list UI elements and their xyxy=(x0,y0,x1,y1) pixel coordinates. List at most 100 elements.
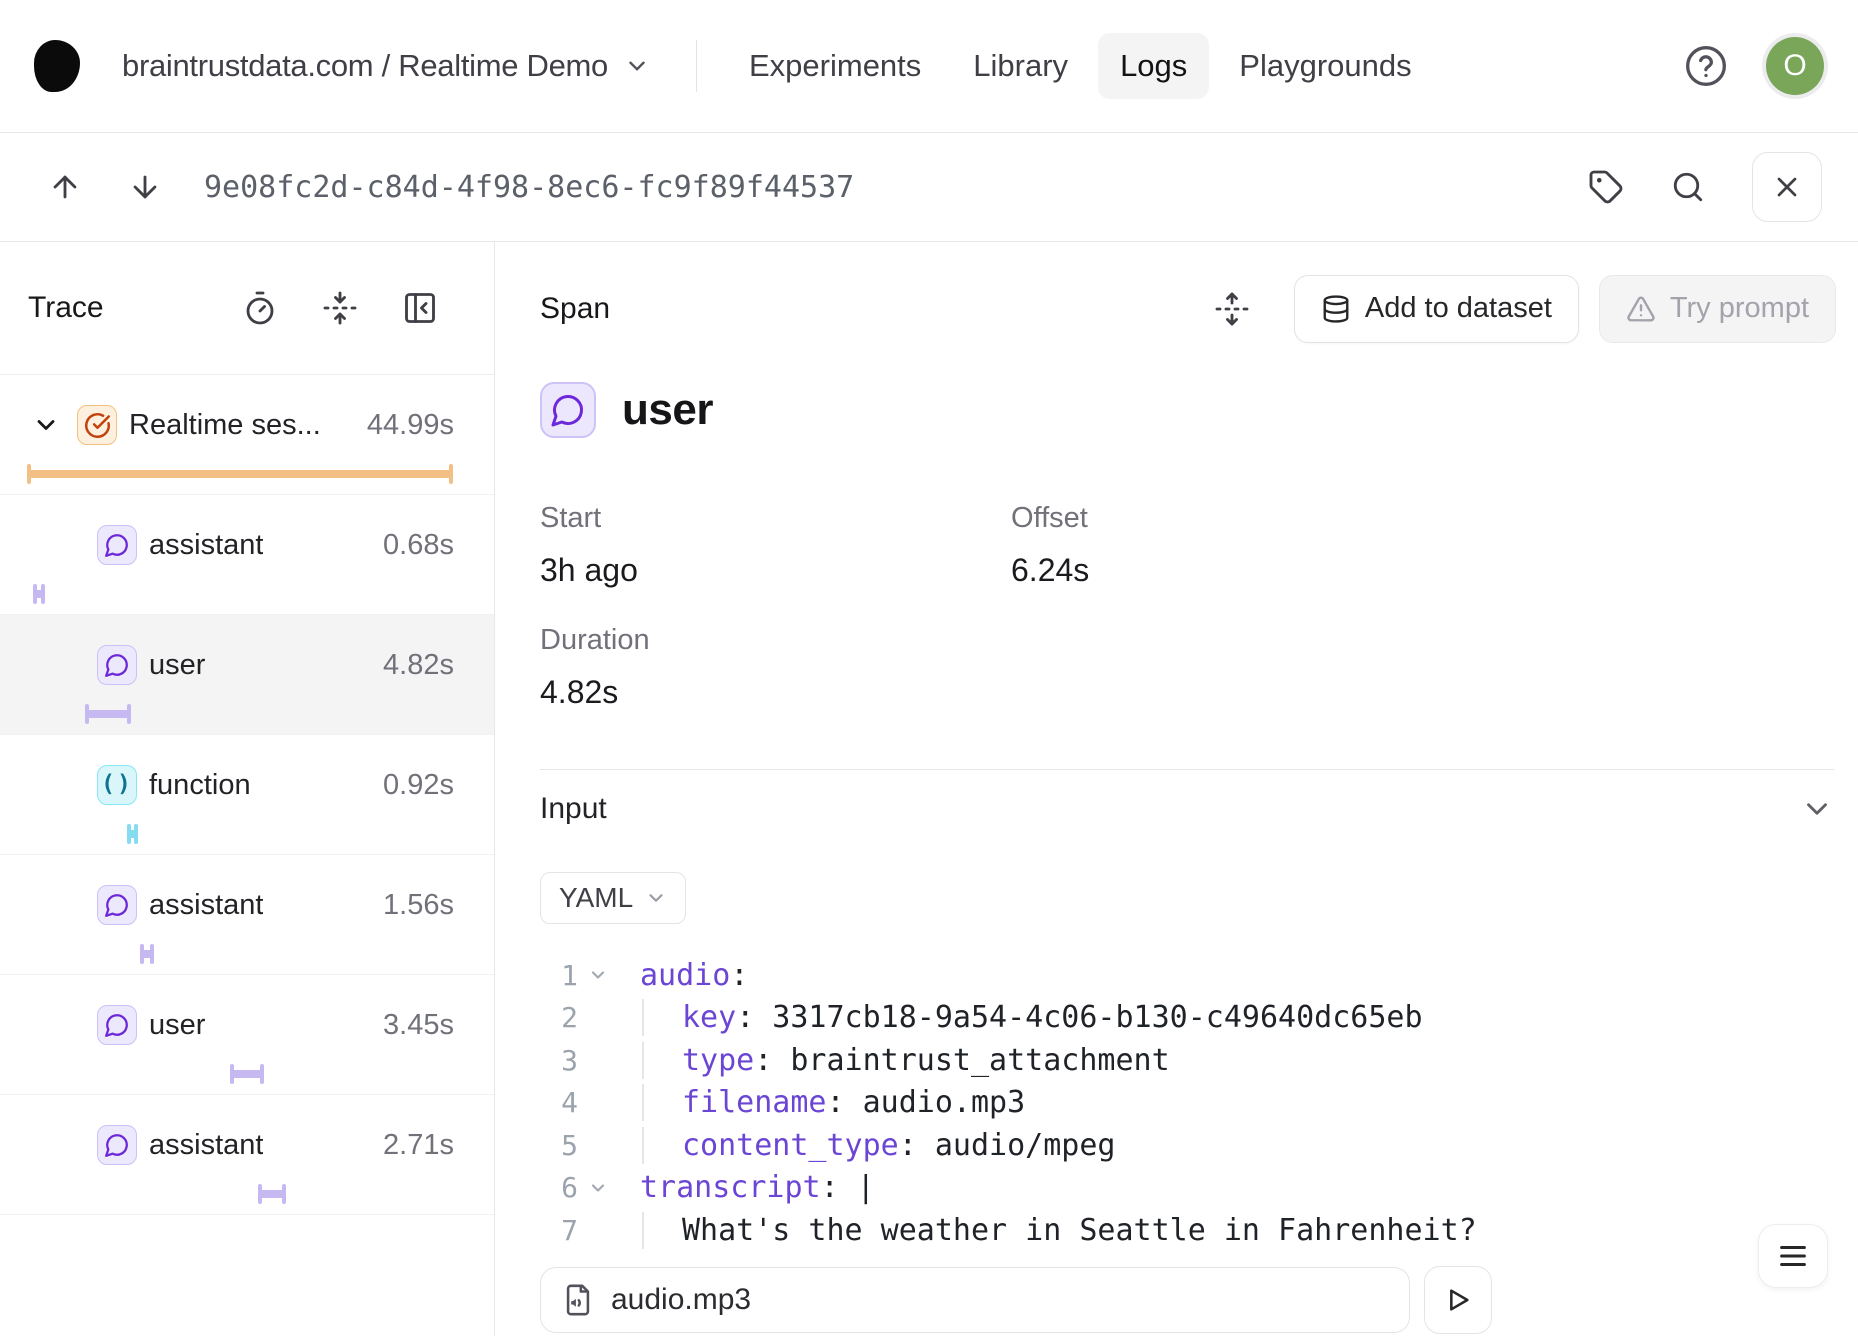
chevron-down-icon xyxy=(645,887,667,909)
span-row-name: assistant xyxy=(149,889,263,922)
span-row-name: user xyxy=(149,649,205,682)
trace-sidebar: Trace Realtime ses... 44.99s xyxy=(0,242,495,1336)
fold-chevron-icon[interactable] xyxy=(578,1050,618,1070)
top-nav: braintrustdata.com / Realtime Demo Exper… xyxy=(0,0,1858,133)
timeline-bar xyxy=(127,824,138,844)
help-icon[interactable] xyxy=(1684,44,1728,88)
span-row-duration: 44.99s xyxy=(367,409,454,442)
timer-icon[interactable] xyxy=(242,290,278,326)
span-header: Span Add to dataset Try prompt xyxy=(540,242,1858,375)
try-prompt-button[interactable]: Try prompt xyxy=(1599,275,1836,343)
breadcrumb[interactable]: braintrustdata.com / Realtime Demo xyxy=(122,48,608,84)
trace-tree: Realtime ses... 44.99s assistant 0.68s u… xyxy=(0,375,494,1215)
span-row-name: assistant xyxy=(149,529,263,562)
span-row-name: assistant xyxy=(149,1129,263,1162)
expand-vertical-icon[interactable] xyxy=(1214,291,1250,327)
nav-item-playgrounds[interactable]: Playgrounds xyxy=(1217,33,1433,99)
chat-bubble-icon xyxy=(540,382,596,438)
avatar[interactable]: O xyxy=(1766,37,1824,95)
line-number: 6 xyxy=(540,1171,578,1204)
trace-tree-row[interactable]: user 4.82s xyxy=(0,615,494,735)
span-title: Span xyxy=(540,292,610,326)
fold-chevron-icon[interactable] xyxy=(578,1008,618,1028)
trace-id: 9e08fc2d-c84d-4f98-8ec6-fc9f89f44537 xyxy=(204,170,854,205)
trace-tree-row[interactable]: assistant 0.68s xyxy=(0,495,494,615)
prev-arrow-up-icon[interactable] xyxy=(48,170,82,204)
collapse-vertical-icon[interactable] xyxy=(322,290,358,326)
fold-chevron-icon[interactable] xyxy=(578,1135,618,1155)
trace-tree-row[interactable]: Realtime ses... 44.99s xyxy=(0,375,494,495)
next-arrow-down-icon[interactable] xyxy=(128,170,162,204)
offset-label: Offset xyxy=(1011,500,1482,536)
input-section-label: Input xyxy=(540,792,607,826)
trace-header: Trace xyxy=(0,242,494,375)
fold-chevron-icon[interactable] xyxy=(578,1220,618,1240)
primary-nav: Experiments Library Logs Playgrounds xyxy=(727,33,1434,99)
add-to-dataset-label: Add to dataset xyxy=(1365,292,1552,325)
trace-tree-row[interactable]: assistant 1.56s xyxy=(0,855,494,975)
audio-file-icon xyxy=(561,1283,595,1317)
hamburger-menu-icon xyxy=(1776,1239,1810,1273)
timeline-bar xyxy=(33,584,45,604)
menu-button[interactable] xyxy=(1758,1224,1828,1288)
play-audio-button[interactable] xyxy=(1424,1266,1492,1334)
nav-item-logs[interactable]: Logs xyxy=(1098,33,1209,99)
function-icon: () xyxy=(97,765,137,805)
nav-item-experiments[interactable]: Experiments xyxy=(727,33,943,99)
try-prompt-label: Try prompt xyxy=(1670,292,1809,325)
chat-bubble-icon xyxy=(97,645,137,685)
timeline-bar xyxy=(258,1184,286,1204)
warning-icon xyxy=(1626,294,1656,324)
attachment-filename: audio.mp3 xyxy=(611,1283,751,1317)
format-select[interactable]: YAML xyxy=(540,872,686,924)
span-fields: Start 3h ago Offset 6.24s Duration 4.82s xyxy=(540,500,1858,712)
search-icon[interactable] xyxy=(1670,169,1706,205)
format-select-value: YAML xyxy=(559,882,633,914)
close-button[interactable] xyxy=(1752,152,1822,222)
code-line: 4 filename: audio.mp3 xyxy=(540,1082,1858,1125)
play-icon xyxy=(1442,1284,1474,1316)
offset-value: 6.24s xyxy=(1011,550,1482,590)
brand-logo[interactable] xyxy=(34,40,80,92)
chevron-down-icon[interactable] xyxy=(624,53,650,79)
tag-icon[interactable] xyxy=(1588,169,1624,205)
trace-tree-row[interactable]: () function 0.92s xyxy=(0,735,494,855)
fold-chevron-icon[interactable] xyxy=(578,1178,618,1198)
code-line: 5 content_type: audio/mpeg xyxy=(540,1124,1858,1167)
fold-chevron-icon[interactable] xyxy=(578,965,618,985)
span-row-duration: 3.45s xyxy=(383,1009,454,1042)
chat-bubble-icon xyxy=(97,885,137,925)
nav-item-library[interactable]: Library xyxy=(951,33,1090,99)
start-value: 3h ago xyxy=(540,550,1011,590)
span-row-duration: 4.82s xyxy=(383,649,454,682)
duration-value: 4.82s xyxy=(540,672,1011,712)
span-row-duration: 2.71s xyxy=(383,1129,454,1162)
collapse-input-chevron-icon[interactable] xyxy=(1800,792,1834,826)
nav-divider xyxy=(696,40,697,92)
trace-tree-row[interactable]: assistant 2.71s xyxy=(0,1095,494,1215)
add-to-dataset-button[interactable]: Add to dataset xyxy=(1294,275,1579,343)
line-number: 2 xyxy=(540,1001,578,1034)
span-name: user xyxy=(622,385,713,435)
timeline-bar xyxy=(230,1064,264,1084)
collapse-panel-icon[interactable] xyxy=(402,290,438,326)
timeline-bar xyxy=(140,944,154,964)
span-row-duration: 1.56s xyxy=(383,889,454,922)
line-number: 3 xyxy=(540,1044,578,1077)
span-row-duration: 0.68s xyxy=(383,529,454,562)
span-row-name: user xyxy=(149,1009,205,1042)
code-line: 7 What's the weather in Seattle in Fahre… xyxy=(540,1209,1858,1252)
start-label: Start xyxy=(540,500,1011,536)
timeline-bar xyxy=(27,464,453,484)
nav-right-group: O xyxy=(1684,37,1824,95)
chat-bubble-icon xyxy=(97,1005,137,1045)
yaml-code-block[interactable]: 1 audio: 2 key: 3317cb18-9a54-4c06-b130-… xyxy=(540,954,1858,1252)
fold-chevron-icon[interactable] xyxy=(578,1093,618,1113)
session-check-icon xyxy=(77,405,117,445)
attachment-chip[interactable]: audio.mp3 xyxy=(540,1267,1410,1333)
chevron-down-icon[interactable] xyxy=(32,411,60,439)
line-number: 4 xyxy=(540,1086,578,1119)
span-row-name: Realtime ses... xyxy=(129,409,321,442)
trace-tree-row[interactable]: user 3.45s xyxy=(0,975,494,1095)
line-number: 7 xyxy=(540,1214,578,1247)
